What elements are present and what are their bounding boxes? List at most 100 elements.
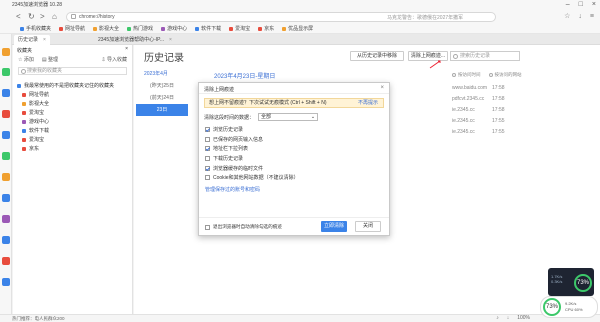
app-icon[interactable] [2, 152, 10, 160]
app-icon[interactable] [2, 89, 10, 97]
tab-history[interactable]: 历史记录 × [14, 35, 50, 45]
tab-help-center[interactable]: 2345加速浏览器帮助中心-IP... × [94, 35, 176, 45]
tab-close-icon[interactable]: × [169, 37, 172, 43]
history-site[interactable]: ie.2345.cc [452, 107, 492, 118]
clear-option[interactable]: 浏览历史记录 [205, 125, 383, 135]
sound-icon[interactable]: ♪ [496, 315, 499, 321]
download-icon[interactable]: ↓ [507, 315, 510, 321]
favorite-item[interactable]: 京东 [13, 144, 132, 153]
maximize-icon[interactable]: □ [579, 0, 583, 10]
clear-option[interactable]: 已保存的网页输入信息 [205, 135, 383, 145]
home-icon[interactable]: ⌂ [52, 12, 57, 22]
history-site[interactable]: pdfcvt.2345.cc [452, 96, 492, 107]
app-icon[interactable] [2, 257, 10, 265]
auto-clear-on-exit-option[interactable]: 退出浏览器时自动清除勾选的痕迹 [205, 224, 282, 230]
favorite-item[interactable]: 网址导航 [13, 90, 132, 99]
star-icon[interactable]: ☆ [564, 12, 570, 22]
clear-now-button[interactable]: 立即清除 [321, 221, 347, 232]
history-row[interactable]: ie.2345.cc 17:55 [452, 129, 592, 140]
bookmark-item[interactable]: 软件下载 [195, 25, 221, 32]
bookmark-item[interactable]: 影视大全 [93, 25, 119, 32]
favorite-item[interactable]: 影视大全 [13, 99, 132, 108]
bookmark-icon [93, 26, 98, 31]
bookmark-icon [195, 26, 200, 31]
address-url[interactable]: chrome://history [79, 14, 115, 20]
organize-button[interactable]: ▤ 整理 [42, 56, 58, 63]
bookmark-item[interactable]: 手机收藏夹 [20, 25, 51, 32]
bookmark-item[interactable]: 爱淘宝 [229, 25, 250, 32]
history-search-input[interactable]: 搜索历史记录 [450, 51, 520, 61]
bookmark-item[interactable]: 网址导航 [59, 25, 85, 32]
app-icon[interactable] [2, 68, 10, 76]
history-site[interactable]: www.baidu.com [452, 85, 492, 96]
close-icon[interactable]: × [592, 0, 596, 10]
close-dialog-button[interactable]: 关闭 [355, 221, 381, 232]
favorites-search-input[interactable]: 搜索我的收藏夹 [18, 67, 127, 75]
date-item[interactable]: (前天)24日 [136, 92, 188, 104]
cpu-widget[interactable]: 73% 9.2K/s CPU 60% [540, 296, 598, 318]
close-icon[interactable]: × [380, 85, 384, 91]
tab-close-icon[interactable]: × [43, 37, 46, 43]
checkbox[interactable] [205, 136, 210, 142]
favorite-item[interactable]: 游戏中心 [13, 117, 132, 126]
favorites-root-folder[interactable]: 我最常使用的不是把收藏夹记住的收藏夹 [13, 81, 132, 90]
view-by-time-radio[interactable]: 按访问时间 [452, 72, 481, 78]
speed-widget[interactable]: 1.7K/s 0.3K/s 73% [548, 268, 594, 296]
back-icon[interactable]: < [16, 12, 21, 22]
view-by-site-radio[interactable]: 按访问的网站 [488, 72, 522, 78]
add-favorite-button[interactable]: ☆ 添加 [18, 56, 34, 63]
clear-option[interactable]: 地址栏下拉列表 [205, 144, 383, 154]
clear-option[interactable]: Cookie和其他网站数据（不建议清除） [205, 173, 383, 183]
dismiss-tip-link[interactable]: 不再提示 [358, 99, 378, 107]
favorite-item[interactable]: 软件下载 [13, 126, 132, 135]
checkbox-checked[interactable] [205, 165, 210, 171]
menu-icon[interactable]: ≡ [590, 12, 594, 22]
favorite-item[interactable]: 爱淘宝 [13, 135, 132, 144]
page-info-icon[interactable] [71, 14, 76, 19]
download-icon[interactable]: ↓ [578, 12, 582, 22]
history-site[interactable]: ie.2345.cc [452, 118, 492, 129]
date-item[interactable]: (昨天)25日 [136, 80, 188, 92]
app-icon[interactable] [2, 131, 10, 139]
clear-option[interactable]: 浏览器缓存的临时文件 [205, 163, 383, 173]
app-icon[interactable] [2, 110, 10, 118]
history-row[interactable]: pdfcvt.2345.cc 17:58 [452, 96, 592, 107]
status-news[interactable]: 热门推荐：电人民群众200 [12, 316, 65, 322]
bookmark-item[interactable]: 热门游戏 [127, 25, 153, 32]
minimize-icon[interactable]: – [566, 0, 570, 10]
app-icon[interactable] [2, 215, 10, 223]
history-row[interactable]: www.baidu.com 17:58 [452, 85, 592, 96]
remove-from-history-button[interactable]: 从历史记录中移除 [350, 51, 404, 61]
history-row[interactable]: ie.2345.cc 17:58 [452, 107, 592, 118]
reload-icon[interactable]: ↻ [28, 12, 35, 22]
favorites-icon[interactable] [2, 48, 10, 56]
forward-icon[interactable]: > [40, 12, 45, 22]
address-hint[interactable]: 马克龙警告：歌德俄在2027年撤军 [387, 14, 463, 21]
navigation-bar: < ↻ > ⌂ chrome://history 马克龙警告：歌德俄在2027年… [0, 10, 600, 24]
address-bar[interactable]: chrome://history 马克龙警告：歌德俄在2027年撤军 [66, 12, 496, 22]
history-row[interactable]: ie.2345.cc 17:55 [452, 118, 592, 129]
nav-toolbar: ☆ ↓ ≡ [564, 12, 594, 22]
checkbox-checked[interactable] [205, 127, 210, 133]
close-icon[interactable]: × [125, 46, 128, 52]
checkbox-checked[interactable] [205, 146, 210, 152]
date-item-selected[interactable]: 23日 [136, 104, 188, 116]
app-icon[interactable] [2, 194, 10, 202]
month-heading[interactable]: 2023年4月 [136, 68, 188, 80]
favorite-item[interactable]: 爱淘宝 [13, 108, 132, 117]
history-site[interactable]: ie.2345.cc [452, 129, 492, 140]
bookmark-item[interactable]: 优品显示屏 [282, 25, 313, 32]
checkbox[interactable] [205, 175, 210, 181]
bookmark-item[interactable]: 京东 [258, 25, 274, 32]
time-range-select[interactable]: 全部 ⌄ [258, 113, 319, 121]
clear-option[interactable]: 下载历史记录 [205, 154, 383, 164]
app-icon[interactable] [2, 236, 10, 244]
app-icon[interactable] [2, 173, 10, 181]
zoom-level[interactable]: 100% [517, 315, 530, 321]
bookmark-item[interactable]: 游戏中心 [161, 25, 187, 32]
app-icon[interactable] [2, 278, 10, 286]
checkbox[interactable] [205, 156, 210, 162]
checkbox[interactable] [205, 224, 210, 230]
import-favorites-button[interactable]: ⇩ 导入收藏 [101, 56, 127, 63]
manage-passwords-link[interactable]: 管理保存过的账号和密码 [205, 186, 383, 193]
